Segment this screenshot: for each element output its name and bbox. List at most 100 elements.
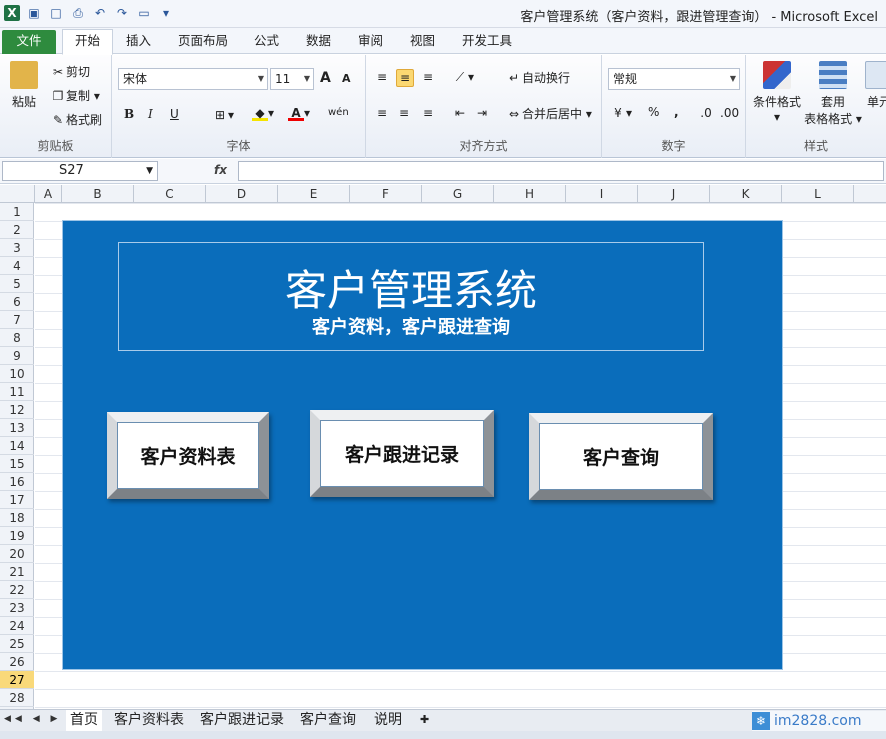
row-header[interactable]: 11 [0, 383, 34, 401]
row-header[interactable]: 6 [0, 293, 34, 311]
row-header[interactable]: 4 [0, 257, 34, 275]
formula-input[interactable] [238, 161, 884, 181]
row-header[interactable]: 18 [0, 509, 34, 527]
wrap-text-button[interactable]: ↵ 自动换行 [506, 69, 570, 86]
italic-button[interactable]: I [148, 107, 153, 121]
cut-button[interactable]: ✂ 剪切 [50, 63, 90, 80]
format-painter-button[interactable]: ✎ 格式刷 [50, 111, 102, 128]
align-middle-button[interactable]: ≡ [396, 69, 414, 87]
row-header[interactable]: 28 [0, 689, 34, 707]
fill-color-button[interactable]: ◆ ▾ [252, 105, 274, 121]
row-header[interactable]: 13 [0, 419, 34, 437]
conditional-format-button[interactable]: 条件格式 ▾ [750, 61, 804, 124]
phonetic-button[interactable]: wén [328, 107, 349, 118]
tab-data[interactable]: 数据 [294, 30, 343, 54]
excel-logo-icon[interactable]: X [4, 5, 20, 21]
tab-home[interactable]: 开始 [62, 29, 114, 55]
name-box[interactable]: S27 ▼ [2, 161, 158, 181]
sheet-tab-home[interactable]: 首页 [66, 710, 102, 731]
row-header[interactable]: 20 [0, 545, 34, 563]
row-header[interactable]: 25 [0, 635, 34, 653]
row-header[interactable]: 22 [0, 581, 34, 599]
sheet-tab-notes[interactable]: 说明 [370, 710, 406, 731]
decrease-indent-button[interactable]: ⇤ [452, 105, 468, 121]
customer-query-button[interactable]: 客户查询 [529, 413, 713, 500]
row-header[interactable]: 26 [0, 653, 34, 671]
merge-center-button[interactable]: ⇔ 合并后居中 ▾ [506, 105, 592, 122]
row-header[interactable]: 14 [0, 437, 34, 455]
shrink-font-button[interactable]: A [342, 72, 351, 85]
font-color-button[interactable]: A ▾ [288, 105, 310, 121]
row-header[interactable]: 15 [0, 455, 34, 473]
number-format-combo[interactable]: 常规 ▼ [608, 68, 740, 90]
align-left-button[interactable]: ≡ [374, 105, 390, 121]
select-all-corner[interactable] [0, 185, 35, 203]
open-icon[interactable]: ▭ [136, 5, 152, 21]
cell-styles-button[interactable]: 单元 [864, 61, 886, 110]
new-icon[interactable]: □ [48, 5, 64, 21]
column-header[interactable]: B [62, 185, 134, 203]
copy-button[interactable]: ❐ 复制 ▾ [50, 87, 100, 104]
save-icon[interactable]: ▣ [26, 5, 42, 21]
redo-icon[interactable]: ↷ [114, 5, 130, 21]
column-header[interactable]: E [278, 185, 350, 203]
currency-button[interactable]: ¥ ▾ [610, 105, 632, 121]
tab-developer[interactable]: 开发工具 [450, 30, 524, 54]
column-header[interactable]: C [134, 185, 206, 203]
sheet-tab-query[interactable]: 客户查询 [296, 710, 360, 731]
column-header[interactable]: I [566, 185, 638, 203]
insert-function-icon[interactable]: fx [214, 163, 227, 177]
row-header[interactable]: 23 [0, 599, 34, 617]
underline-button[interactable]: U [170, 107, 179, 121]
row-header[interactable]: 19 [0, 527, 34, 545]
align-right-button[interactable]: ≡ [420, 105, 436, 121]
font-size-combo[interactable]: 11 ▼ [270, 68, 314, 90]
percent-button[interactable]: % [648, 105, 659, 119]
row-header[interactable]: 12 [0, 401, 34, 419]
orientation-button[interactable]: ⟋ ▾ [452, 69, 474, 85]
row-header[interactable]: 1 [0, 203, 34, 221]
customize-icon[interactable]: ▾ [158, 5, 174, 21]
row-header[interactable]: 21 [0, 563, 34, 581]
row-header[interactable]: 2 [0, 221, 34, 239]
align-top-button[interactable]: ≡ [374, 69, 390, 85]
row-header[interactable]: 17 [0, 491, 34, 509]
print-preview-icon[interactable]: ⎙ [70, 5, 86, 21]
follow-up-records-button[interactable]: 客户跟进记录 [310, 410, 494, 497]
decrease-decimal-button[interactable]: .00 [720, 105, 739, 121]
column-header[interactable]: A [35, 185, 62, 203]
customer-info-button[interactable]: 客户资料表 [107, 412, 269, 499]
tab-formulas[interactable]: 公式 [242, 30, 291, 54]
column-header[interactable]: K [710, 185, 782, 203]
format-as-table-button[interactable]: 套用 表格格式 ▾ [804, 61, 862, 127]
row-header[interactable]: 3 [0, 239, 34, 257]
row-header[interactable]: 5 [0, 275, 34, 293]
grow-font-button[interactable]: A [320, 70, 331, 86]
row-header[interactable]: 24 [0, 617, 34, 635]
tab-review[interactable]: 审阅 [346, 30, 395, 54]
column-header[interactable]: J [638, 185, 710, 203]
increase-decimal-button[interactable]: .0 [698, 105, 714, 121]
row-header[interactable]: 16 [0, 473, 34, 491]
tab-insert[interactable]: 插入 [114, 30, 163, 54]
font-name-combo[interactable]: 宋体 ▼ [118, 68, 268, 90]
row-header[interactable]: 10 [0, 365, 34, 383]
tab-view[interactable]: 视图 [398, 30, 447, 54]
align-center-button[interactable]: ≡ [396, 105, 412, 121]
bold-button[interactable]: B [124, 107, 134, 121]
column-header[interactable]: F [350, 185, 422, 203]
tab-file[interactable]: 文件 [2, 30, 56, 54]
sheet-tab-follow-up[interactable]: 客户跟进记录 [196, 710, 288, 731]
comma-button[interactable]: , [674, 105, 679, 119]
column-header[interactable]: G [422, 185, 494, 203]
row-header[interactable]: 7 [0, 311, 34, 329]
border-button[interactable]: ⊞ ▾ [212, 107, 234, 123]
row-header[interactable]: 27 [0, 671, 34, 689]
tab-page-layout[interactable]: 页面布局 [166, 30, 240, 54]
undo-icon[interactable]: ↶ [92, 5, 108, 21]
insert-sheet-icon[interactable]: ✚ [416, 710, 433, 731]
paste-button[interactable]: 粘贴 [6, 61, 42, 110]
column-header[interactable]: H [494, 185, 566, 203]
column-header[interactable]: D [206, 185, 278, 203]
row-header[interactable]: 9 [0, 347, 34, 365]
